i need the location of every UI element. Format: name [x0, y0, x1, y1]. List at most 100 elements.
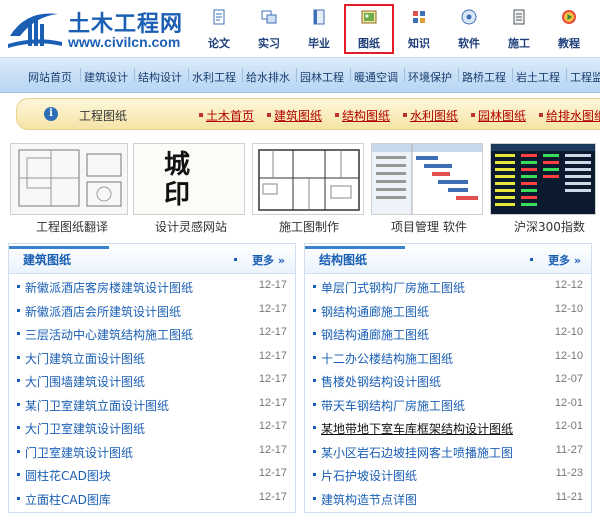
topnav-label: 施工 — [508, 37, 530, 50]
list-item[interactable]: 钢结构通廊施工图纸 12-10 — [305, 322, 591, 346]
category-link-supervision[interactable]: 工程监 — [570, 69, 600, 85]
topnav-item-graduation[interactable]: 毕业 — [294, 4, 344, 54]
list-item[interactable]: 某小区岩石边坡挂网客土喷播施工图 11-27 — [305, 440, 591, 464]
list-item-date: 12-12 — [554, 279, 583, 291]
structure-panel: 结构图纸 更多 » 单层门式钢构厂房施工图纸 12-12 钢结构通廊施工图纸 12-… — [304, 243, 592, 513]
topnav-item-software[interactable]: 软件 — [444, 4, 494, 54]
list-item[interactable]: 单层门式钢构厂房施工图纸 12-12 — [305, 275, 591, 299]
list-item-title[interactable]: 圆柱花CAD图块 — [25, 467, 111, 484]
site-logo[interactable]: 土木工程网 www.civilcn.com — [6, 4, 188, 52]
panel-header: 建筑图纸 更多 » — [9, 244, 295, 274]
section-link-structure[interactable]: 结构图纸 — [342, 107, 390, 124]
list-item[interactable]: 十二办公楼结构施工图纸 12-10 — [305, 346, 591, 370]
list-item[interactable]: 片石护坡设计图纸 11-23 — [305, 463, 591, 487]
list-item-title[interactable]: 十二办公楼结构施工图纸 — [321, 350, 453, 367]
bullet-icon — [17, 355, 20, 359]
list-item[interactable]: 带天车钢结构厂房施工图纸 12-01 — [305, 393, 591, 417]
list-item-title[interactable]: 新徽派酒店会所建筑设计图纸 — [25, 303, 181, 320]
list-item[interactable]: 大门建筑立面设计图纸 12-17 — [9, 346, 295, 370]
category-separator — [350, 68, 351, 82]
panel-title: 结构图纸 — [319, 253, 368, 267]
list-item[interactable]: 圆柱花CAD图块 12-17 — [9, 463, 295, 487]
topnav-item-drawing[interactable]: 图纸 — [344, 4, 394, 54]
list-item[interactable]: 售楼处钢结构设计图纸 12-07 — [305, 369, 591, 393]
category-link-home[interactable]: 网站首页 — [28, 69, 72, 85]
category-link-hydraulic[interactable]: 水利工程 — [192, 69, 236, 85]
list-item-title[interactable]: 钢结构通廊施工图纸 — [321, 303, 429, 320]
list-item-title[interactable]: 大门卫室建筑设计图纸 — [25, 420, 145, 437]
list-item[interactable]: 大门围墙建筑设计图纸 12-17 — [9, 369, 295, 393]
more-link[interactable]: 更多 » — [548, 252, 581, 268]
bullet-icon — [335, 113, 339, 117]
list-item-date: 12-01 — [554, 396, 583, 409]
section-link-hydraulic[interactable]: 水利图纸 — [410, 107, 458, 124]
category-link-hvac[interactable]: 暖通空调 — [354, 69, 398, 85]
topnav-item-paper[interactable]: 论文 — [194, 4, 244, 54]
knowledge-icon — [413, 11, 425, 23]
list-item[interactable]: 三层活动中心建筑结构施工图纸 12-17 — [9, 322, 295, 346]
bullet-icon — [17, 449, 20, 453]
section-bar: 工程图纸 土木首页 建筑图纸 结构图纸 水利图纸 园林图纸 给排水图纸 — [16, 98, 600, 130]
bullet-icon — [17, 402, 20, 406]
section-link-drainage[interactable]: 给排水图纸 — [546, 107, 600, 124]
list-item-title[interactable]: 单层门式钢构厂房施工图纸 — [321, 279, 465, 296]
list-item-title[interactable]: 门卫室建筑设计图纸 — [25, 444, 133, 461]
list-item-title[interactable]: 新徽派酒店客房楼建筑设计图纸 — [25, 279, 193, 296]
list-item[interactable]: 门卫室建筑设计图纸 12-17 — [9, 440, 295, 464]
list-item[interactable]: 立面柱CAD图库 12-17 — [9, 487, 295, 511]
list-item-title[interactable]: 片石护坡设计图纸 — [321, 467, 417, 484]
category-link-architecture[interactable]: 建筑设计 — [84, 69, 128, 85]
cad-drawing-icon — [10, 143, 128, 215]
list-item[interactable]: 大门卫室建筑设计图纸 12-17 — [9, 416, 295, 440]
category-separator — [188, 68, 189, 82]
bullet-icon — [313, 308, 316, 312]
list-item[interactable]: 新徽派酒店客房楼建筑设计图纸 12-17 — [9, 275, 295, 299]
list-item[interactable]: 某地带地下室车库框架结构设计图纸 12-01 — [305, 416, 591, 440]
list-item-date: 12-17 — [258, 396, 287, 409]
logo-mark-icon — [8, 13, 62, 48]
topnav-item-tutorial[interactable]: 教程 — [544, 4, 594, 54]
section-link-architecture[interactable]: 建筑图纸 — [274, 107, 322, 124]
list-item-title[interactable]: 某小区岩石边坡挂网客土喷播施工图 — [321, 444, 513, 461]
calligraphy-text: 城 印 — [164, 150, 191, 210]
more-link[interactable]: 更多 » — [252, 252, 285, 268]
list-item[interactable]: 建筑构造节点详图 11-21 — [305, 487, 591, 511]
topnav-item-knowledge[interactable]: 知识 — [394, 4, 444, 54]
category-link-geotechnical[interactable]: 岩土工程 — [516, 69, 560, 85]
list-item-title[interactable]: 某地带地下室车库框架结构设计图纸 — [321, 420, 513, 437]
bullet-icon — [313, 449, 316, 453]
thumbnail-caption: 项目管理 软件 — [391, 220, 467, 234]
topnav-item-construction[interactable]: 施工 — [494, 4, 544, 54]
category-separator — [242, 68, 243, 82]
site-url: www.civilcn.com — [68, 34, 181, 50]
list-item-title[interactable]: 大门建筑立面设计图纸 — [25, 350, 145, 367]
topnav-item-internship[interactable]: 实习 — [244, 4, 294, 54]
list-item[interactable]: 新徽派酒店会所建筑设计图纸 12-17 — [9, 299, 295, 323]
list-item-title[interactable]: 三层活动中心建筑结构施工图纸 — [25, 326, 193, 343]
list-item-title[interactable]: 售楼处钢结构设计图纸 — [321, 373, 441, 390]
bullet-icon — [17, 285, 20, 288]
list-item-title[interactable]: 立面柱CAD图库 — [25, 491, 111, 508]
category-link-environment[interactable]: 环境保护 — [408, 69, 452, 85]
list-item-date: 11-21 — [555, 490, 583, 503]
list-item-title[interactable]: 建筑构造节点详图 — [321, 491, 417, 508]
internship-icon — [261, 10, 277, 24]
list-item[interactable]: 某门卫室建筑立面设计图纸 12-17 — [9, 393, 295, 417]
panel-header: 结构图纸 更多 » — [305, 244, 591, 274]
list-item-title[interactable]: 大门围墙建筑设计图纸 — [25, 373, 145, 390]
section-link-home[interactable]: 土木首页 — [206, 107, 254, 124]
list-item-title[interactable]: 带天车钢结构厂房施工图纸 — [321, 397, 465, 414]
list-item-title[interactable]: 钢结构通廊施工图纸 — [321, 326, 429, 343]
list-item-title[interactable]: 某门卫室建筑立面设计图纸 — [25, 397, 169, 414]
category-link-structure[interactable]: 结构设计 — [138, 69, 182, 85]
category-link-water-supply[interactable]: 给水排水 — [246, 69, 290, 85]
category-link-road-bridge[interactable]: 路桥工程 — [462, 69, 506, 85]
list-item[interactable]: 钢结构通廊施工图纸 12-10 — [305, 299, 591, 323]
bullet-icon — [234, 258, 237, 261]
bullet-icon — [313, 496, 316, 500]
category-link-landscape[interactable]: 园林工程 — [300, 69, 344, 85]
category-separator — [80, 68, 81, 82]
bullet-icon — [199, 113, 203, 117]
section-link-landscape[interactable]: 园林图纸 — [478, 107, 526, 124]
thumbnail-caption: 施工图制作 — [279, 220, 340, 234]
